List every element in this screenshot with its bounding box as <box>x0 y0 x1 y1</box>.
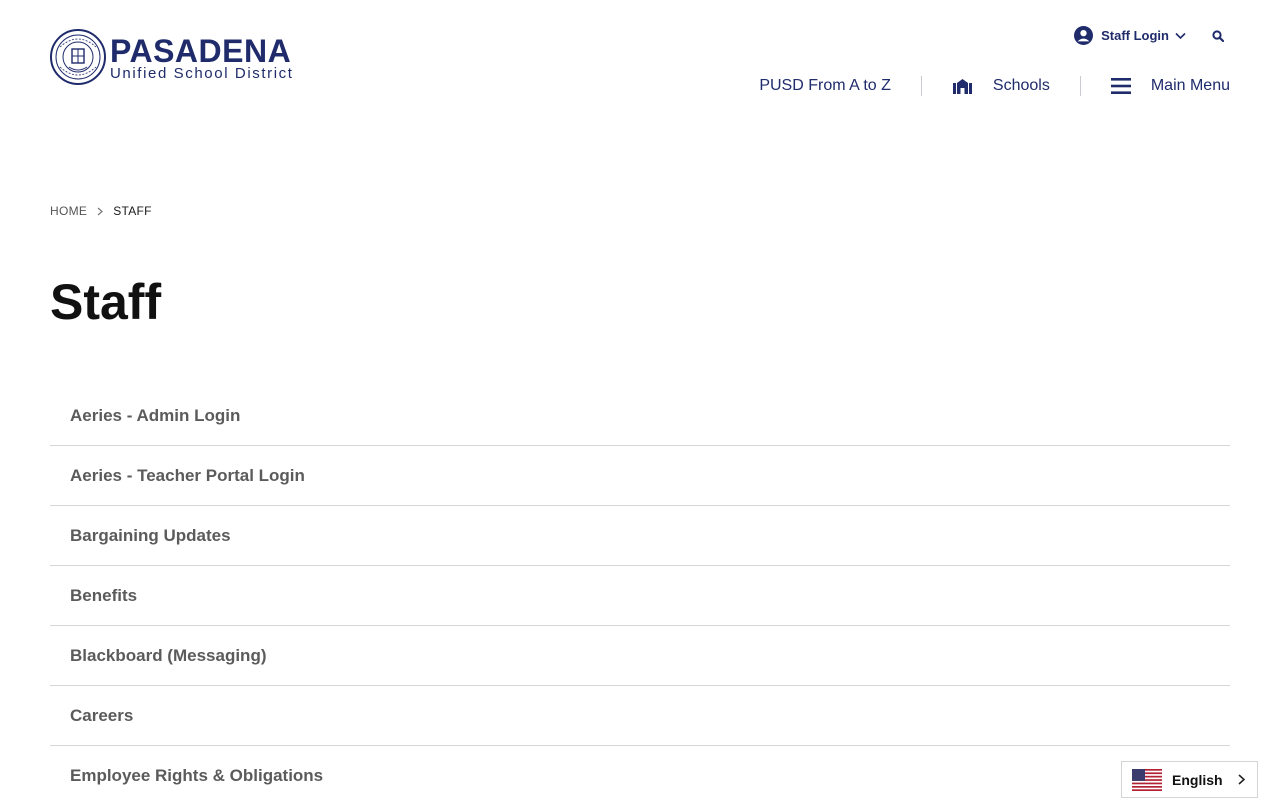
list-item[interactable]: Employee Rights & Obligations <box>50 746 1230 805</box>
list-item[interactable]: Bargaining Updates <box>50 506 1230 566</box>
list-item[interactable]: Aeries - Teacher Portal Login <box>50 446 1230 506</box>
school-building-icon <box>952 79 972 94</box>
list-item[interactable]: Careers <box>50 686 1230 746</box>
chevron-down-icon <box>1175 32 1186 39</box>
nav-schools[interactable]: Schools <box>952 77 1050 95</box>
nav-main-menu-label: Main Menu <box>1150 77 1230 94</box>
nav-main-menu[interactable]: Main Menu <box>1110 77 1230 95</box>
breadcrumb-home-link[interactable]: HOME <box>50 204 87 218</box>
chevron-right-icon <box>97 207 104 216</box>
list-item[interactable]: Aeries - Admin Login <box>50 386 1230 446</box>
list-item[interactable]: Benefits <box>50 566 1230 626</box>
search-icon <box>1212 29 1224 42</box>
staff-links-list: Aeries - Admin Login Aeries - Teacher Po… <box>50 386 1230 805</box>
list-item[interactable]: Blackboard (Messaging) <box>50 626 1230 686</box>
logo-subtitle: Unified School District <box>110 65 294 82</box>
nav-divider <box>1079 76 1081 96</box>
staff-login-dropdown[interactable]: Staff Login <box>1074 26 1186 45</box>
user-circle-icon <box>1074 26 1094 45</box>
logo-title: PASADENA <box>110 33 292 69</box>
nav-a-to-z[interactable]: PUSD From A to Z <box>759 77 891 95</box>
nav-divider <box>920 76 922 96</box>
search-button[interactable] <box>1212 29 1224 42</box>
chevron-right-icon <box>1238 774 1245 785</box>
breadcrumb: HOME STAFF <box>50 204 152 218</box>
breadcrumb-current: STAFF <box>113 204 152 218</box>
page-title: Staff <box>50 274 162 330</box>
nav-a-to-z-label: PUSD From A to Z <box>759 77 891 94</box>
nav-schools-label: Schools <box>992 77 1050 94</box>
district-logo[interactable]: PASADENA Unified School District <box>50 29 294 85</box>
district-seal-icon <box>50 29 106 85</box>
us-flag-icon <box>1132 768 1162 791</box>
staff-login-label: Staff Login <box>1101 28 1169 43</box>
language-selector[interactable]: English <box>1121 761 1258 798</box>
hamburger-menu-icon <box>1110 78 1131 94</box>
language-label: English <box>1172 771 1223 788</box>
utility-bar: Staff Login <box>1074 26 1224 45</box>
main-navigation: PUSD From A to Z Schools Main Menu <box>759 74 1230 98</box>
